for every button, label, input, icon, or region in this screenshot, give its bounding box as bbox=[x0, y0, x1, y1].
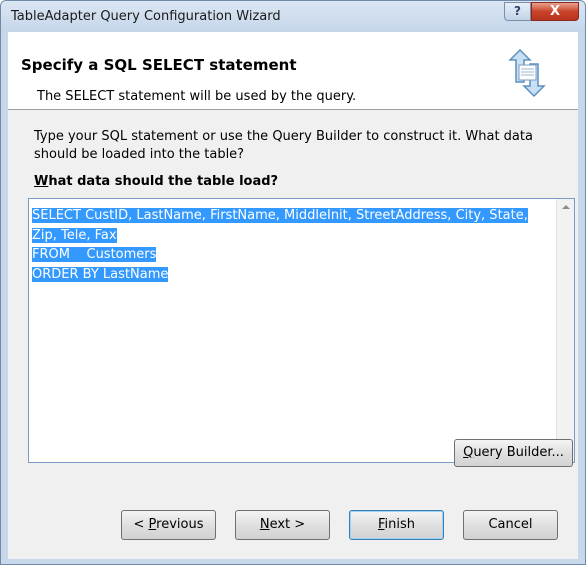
qb-accel: Q bbox=[463, 445, 474, 460]
sql-text[interactable]: SELECT CustID, LastName, FirstName, Midd… bbox=[32, 206, 544, 284]
help-icon: ? bbox=[514, 4, 521, 18]
next-button[interactable]: Next > bbox=[235, 510, 330, 540]
help-button[interactable]: ? bbox=[504, 2, 531, 21]
close-icon: X bbox=[549, 4, 561, 19]
prev-pre: < bbox=[133, 517, 149, 532]
wizard-arrows-icon bbox=[508, 48, 546, 98]
prompt-accel: W bbox=[34, 174, 49, 189]
previous-button[interactable]: < Previous bbox=[121, 510, 216, 540]
next-accel: N bbox=[259, 517, 270, 532]
wizard-header: Specify a SQL SELECT statement The SELEC… bbox=[8, 32, 578, 110]
prompt-rest: hat data should the table load? bbox=[48, 174, 279, 189]
page-subtitle: The SELECT statement will be used by the… bbox=[37, 89, 357, 104]
sql-textarea[interactable]: SELECT CustID, LastName, FirstName, Midd… bbox=[28, 198, 575, 463]
sql-line: ORDER BY LastName bbox=[32, 265, 544, 285]
cancel-button[interactable]: Cancel bbox=[463, 510, 558, 540]
instruction-text: Type your SQL statement or use the Query… bbox=[34, 129, 533, 162]
finish-rest: inish bbox=[384, 517, 416, 532]
query-builder-button[interactable]: Query Builder... bbox=[454, 439, 573, 467]
cancel-label: Cancel bbox=[488, 517, 533, 532]
sql-line-text: FROM Customers bbox=[32, 247, 157, 262]
vertical-scrollbar[interactable] bbox=[556, 199, 574, 462]
title-bar[interactable]: TableAdapter Query Configuration Wizard … bbox=[1, 1, 585, 32]
scroll-up-icon[interactable] bbox=[562, 205, 570, 209]
sql-prompt-label: What data should the table load? bbox=[34, 174, 278, 189]
window-title: TableAdapter Query Configuration Wizard bbox=[11, 9, 281, 24]
qb-rest: uery Builder... bbox=[473, 445, 564, 460]
page-title: Specify a SQL SELECT statement bbox=[21, 56, 297, 74]
sql-line-text: ORDER BY LastName bbox=[32, 266, 169, 282]
sql-line: SELECT CustID, LastName, FirstName, Midd… bbox=[32, 206, 544, 226]
next-rest: ext > bbox=[269, 517, 306, 532]
sql-line: FROM Customers bbox=[32, 245, 544, 265]
sql-line-text: Zip, Tele, Fax bbox=[32, 227, 117, 243]
prev-accel: P bbox=[148, 517, 157, 532]
wizard-window: TableAdapter Query Configuration Wizard … bbox=[0, 0, 586, 565]
prev-rest: revious bbox=[156, 517, 204, 532]
sql-line: Zip, Tele, Fax bbox=[32, 226, 544, 246]
finish-button[interactable]: Finish bbox=[349, 510, 444, 540]
dialog-body: Specify a SQL SELECT statement The SELEC… bbox=[8, 32, 578, 559]
sql-line-text: SELECT CustID, LastName, FirstName, Midd… bbox=[32, 208, 528, 223]
close-button[interactable]: X bbox=[531, 2, 579, 21]
